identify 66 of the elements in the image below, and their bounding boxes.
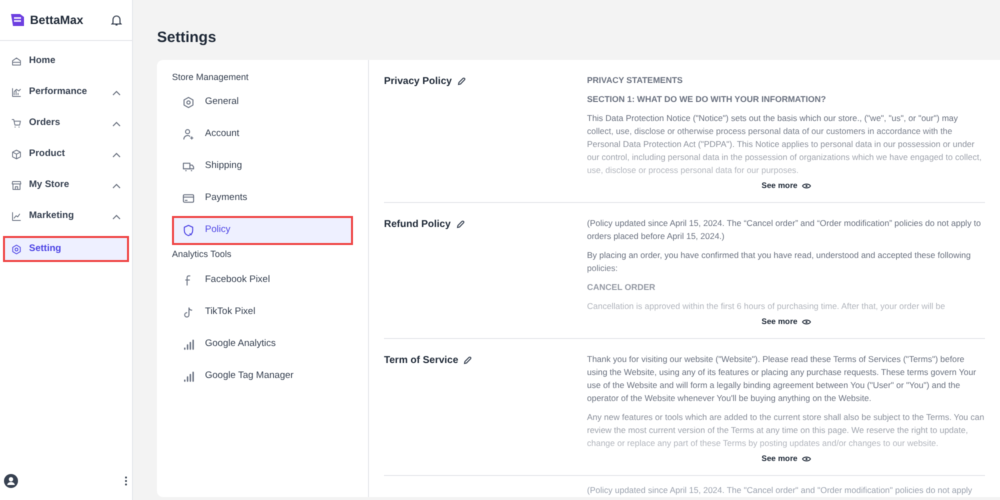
- more-icon[interactable]: [124, 476, 128, 486]
- section-heading: Analytics Tools: [172, 248, 232, 261]
- nav-item[interactable]: Setting: [3, 236, 129, 262]
- avatar-icon[interactable]: [4, 474, 18, 488]
- menu-item[interactable]: Google Tag Manager: [172, 362, 353, 390]
- store-icon: [11, 180, 22, 191]
- policy-text: By placing an order, you have confirmed that you have read, understood and accepted these following policies:: [587, 248, 972, 274]
- trend-icon: [11, 211, 22, 222]
- policy-text: (Policy updated since April 15, 2024. The “Cancel order” and “Order modification” policies do not apply to orders placed before April 15, 2024.): [587, 216, 982, 242]
- bell-icon[interactable]: [111, 14, 122, 26]
- card-icon: [182, 192, 195, 205]
- menu-item[interactable]: Google Analytics: [172, 330, 353, 358]
- menu-item[interactable]: Account: [172, 120, 353, 149]
- settings-icon: [182, 96, 195, 109]
- chevron-up-icon: [112, 152, 121, 158]
- section-heading: Store Management: [172, 70, 250, 84]
- settings-icon: [11, 244, 22, 254]
- menu-item[interactable]: Payments: [172, 184, 353, 213]
- home-icon: [11, 56, 22, 67]
- nav-item[interactable]: My Store: [3, 174, 129, 197]
- bar-chart-icon: [182, 338, 195, 350]
- eye-icon: [802, 182, 811, 188]
- nav-item[interactable]: Product: [3, 143, 129, 166]
- edit-icon[interactable]: [456, 76, 466, 86]
- menu-item[interactable]: Facebook Pixel: [172, 266, 353, 294]
- edit-icon[interactable]: [456, 220, 465, 228]
- logo-icon: [10, 13, 26, 27]
- chevron-up-icon: [112, 120, 121, 126]
- tiktok-icon: [182, 306, 195, 318]
- see-more-button[interactable]: See more: [761, 452, 811, 464]
- policy-title: Refund Policy: [384, 218, 451, 232]
- eye-icon: [802, 318, 811, 324]
- menu-item[interactable]: Shipping: [172, 152, 353, 181]
- policy-title: Term of Service: [384, 354, 458, 368]
- policy-text: Thank you for visiting our website ("Website"). Please read these Terms of Services ("Terms") before using the Website, using any of its features or placing any purchase requests. These terms govern Your use of the Website and will form a legally binding agreement between You ("User" or "You") and the operator of the Website whenever You'll be buying anything on the Website.: [587, 352, 978, 404]
- policy-heading: SECTION 1: WHAT DO WE DO WITH YOUR INFORMATION?: [587, 92, 827, 106]
- user-icon: [182, 128, 195, 141]
- see-more-button[interactable]: See more: [761, 316, 811, 328]
- nav-item[interactable]: Home: [3, 50, 129, 73]
- policy-text: Cancellation is approved within the first 6 hours of purchasing time. After that, your order will be: [587, 300, 946, 312]
- menu-item[interactable]: General: [172, 88, 353, 117]
- page-title: Settings: [157, 28, 218, 48]
- shield-icon: [182, 224, 195, 237]
- chevron-up-icon: [112, 182, 121, 188]
- chart-icon: [11, 87, 22, 98]
- nav-item[interactable]: Orders: [3, 112, 129, 135]
- policy-text: (Policy updated since April 15, 2024. The "Cancel order" and "Order modification" policies do not apply: [587, 484, 974, 496]
- box-icon: [11, 149, 22, 160]
- chevron-up-icon: [112, 90, 121, 96]
- policy-text: Any new features or tools which are added to the current store shall also be subject to the Terms. You can review the most current version of the Terms at any time on this page. We reserve the right to update, change or replace any part of these Terms by posting updates and/or changes to our website.: [587, 410, 985, 450]
- cart-icon: [11, 118, 22, 129]
- see-more-button[interactable]: See more: [761, 180, 811, 192]
- chevron-up-icon: [112, 214, 121, 220]
- policy-heading: CANCEL ORDER: [587, 280, 656, 294]
- brand-name: BettaMax: [30, 12, 84, 29]
- menu-item[interactable]: TikTok Pixel: [172, 298, 353, 326]
- truck-icon: [182, 160, 195, 173]
- bar-chart-icon: [182, 370, 195, 382]
- policy-text: This Data Protection Notice ("Notice") sets out the basis which our store., ("we", "us", or "our") may collect, use, disclose or otherwise process personal data of our customers in accordance with the Personal Data Protection Act ("PDPA"). This Notice applies to personal data in our possession or under our control, including personal data in the possession of organizations which we have engaged to collect, use, disclose or process personal data for our purposes.: [587, 112, 983, 176]
- menu-item[interactable]: Policy: [172, 216, 353, 245]
- policy-title: Privacy Policy: [384, 74, 452, 88]
- nav-item[interactable]: Marketing: [3, 205, 129, 228]
- eye-icon: [802, 456, 811, 462]
- nav-item[interactable]: Performance: [3, 81, 129, 104]
- edit-icon[interactable]: [463, 356, 472, 364]
- policy-heading: PRIVACY STATEMENTS: [587, 74, 684, 86]
